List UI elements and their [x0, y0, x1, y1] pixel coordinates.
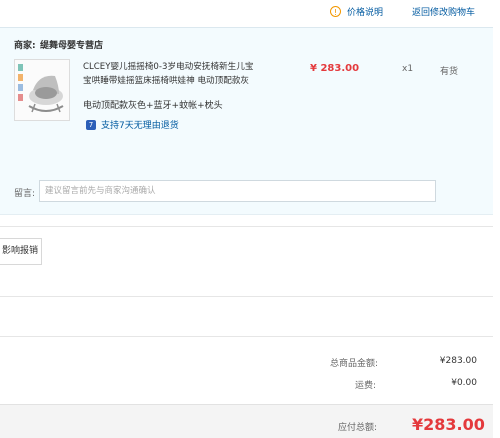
remark-input[interactable]	[39, 180, 436, 202]
remark-label: 留言:	[14, 189, 36, 199]
product-thumbnail[interactable]	[14, 59, 70, 121]
price-info-link[interactable]: ! 价格说明	[330, 5, 383, 18]
payable-summary-bar: 应付总额: ¥283.00	[0, 404, 493, 438]
warning-icon: !	[330, 6, 341, 17]
shipping-label: 运费:	[355, 381, 377, 391]
payable-value: ¥283.00	[412, 415, 485, 434]
merchant-name[interactable]: 缇舞母婴专营店	[40, 38, 103, 51]
product-title-line-1[interactable]: CLCEY婴儿摇摇椅0-3岁电动安抚椅新生儿宝	[83, 60, 253, 72]
order-header-bar: ! 价格说明 返回修改购物车	[0, 0, 500, 26]
price-info-label: 价格说明	[347, 8, 384, 18]
section-divider	[0, 296, 493, 297]
shipping-value: ¥0.00	[451, 378, 477, 388]
product-quantity: x1	[402, 64, 414, 74]
stock-status: 有货	[440, 67, 459, 77]
back-to-cart-link[interactable]: 返回修改购物车	[412, 5, 475, 18]
product-title-line-2[interactable]: 宝哄睡带娃摇篮床摇椅哄娃神 电动顶配款灰	[83, 74, 249, 86]
payable-label: 应付总额:	[338, 423, 378, 433]
invoice-reimburse-button[interactable]: 影响报销	[0, 238, 42, 265]
seven-day-return-icon: 7	[86, 119, 96, 130]
total-goods-value: ¥283.00	[439, 356, 477, 366]
shop-order-panel: 商家: 缇舞母婴专营店 CLCEY婴儿摇摇椅0-3岁电动安抚椅新生儿宝 宝哄睡带…	[0, 27, 493, 215]
baby-rocker-image	[15, 60, 69, 120]
product-spec: 电动顶配款灰色+蓝牙+蚊帐+枕头	[83, 101, 223, 111]
return-policy-label: 支持7天无理由退货	[101, 121, 179, 131]
merchant-prefix: 商家:	[14, 41, 36, 51]
section-divider	[0, 336, 493, 337]
return-policy-badge: 7 支持7天无理由退货	[86, 118, 179, 131]
section-divider	[0, 226, 493, 227]
total-goods-label: 总商品金额:	[330, 359, 379, 369]
product-price: ¥ 283.00	[310, 63, 360, 74]
